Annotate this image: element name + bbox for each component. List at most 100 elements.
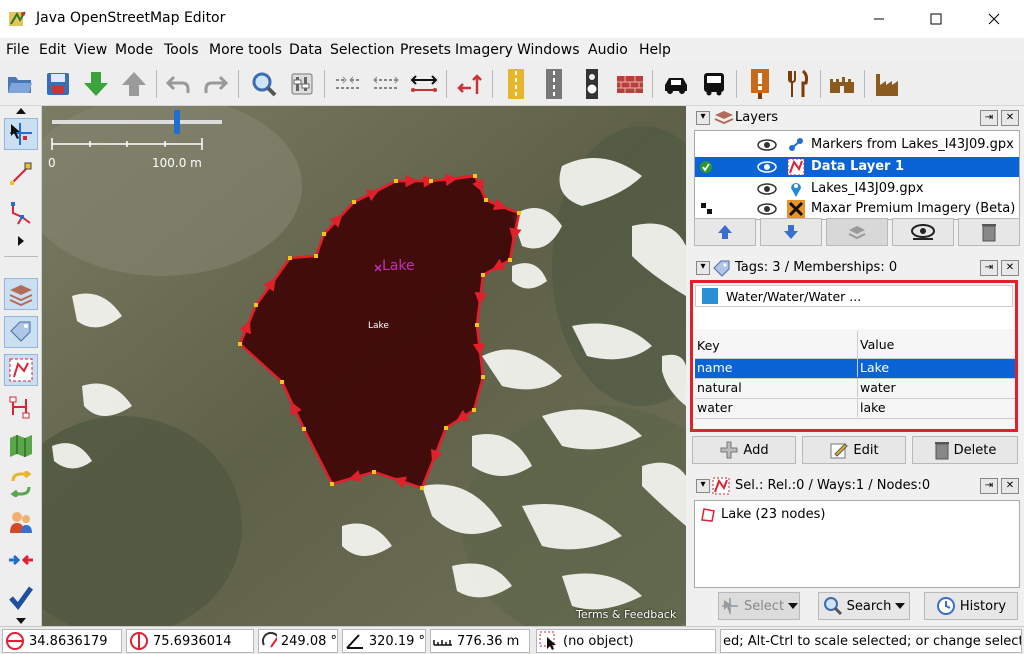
select-button[interactable]: Select <box>718 592 800 620</box>
preset-road-button[interactable] <box>538 68 570 100</box>
tag-key[interactable]: water <box>695 399 855 417</box>
preset-information-button[interactable] <box>744 68 776 100</box>
save-button[interactable] <box>42 68 74 100</box>
eye-icon[interactable] <box>757 138 777 152</box>
close-panel-button[interactable]: ✕ <box>1001 260 1019 276</box>
toggle-validation-button[interactable] <box>4 582 38 614</box>
collapse-button[interactable]: ▾ <box>696 111 710 125</box>
toggle-visibility-button[interactable] <box>892 218 954 246</box>
menu-more-tools[interactable]: More tools <box>209 42 282 58</box>
menu-edit[interactable]: Edit <box>39 42 66 58</box>
layer-row[interactable]: Markers from Lakes_I43J09.gpx <box>695 135 1019 155</box>
eye-icon[interactable] <box>757 182 777 196</box>
tag-row[interactable]: name Lake <box>695 359 1015 379</box>
draw-mode-button[interactable] <box>4 158 38 190</box>
move-node-button[interactable] <box>454 68 486 100</box>
imagery-toggle-icon <box>701 203 712 214</box>
redo-button[interactable] <box>200 68 232 100</box>
eye-icon[interactable] <box>757 202 777 216</box>
move-layer-down-button[interactable] <box>760 218 822 246</box>
maximize-button[interactable] <box>913 0 959 38</box>
collapse-button[interactable]: ▾ <box>696 261 710 275</box>
menu-selection[interactable]: Selection <box>330 42 395 58</box>
combine-way-button[interactable] <box>370 68 402 100</box>
menu-help[interactable]: Help <box>639 42 671 58</box>
menu-audio[interactable]: Audio <box>588 42 628 58</box>
selection-item[interactable]: Lake (23 nodes) <box>695 505 1019 525</box>
tag-key[interactable]: natural <box>695 379 855 397</box>
preferences-button[interactable] <box>286 68 318 100</box>
dock-button[interactable]: ⇥ <box>980 110 998 126</box>
menu-view[interactable]: View <box>74 42 107 58</box>
preset-car-button[interactable] <box>660 68 692 100</box>
minimize-button[interactable] <box>856 0 902 38</box>
move-layer-up-button[interactable] <box>694 218 756 246</box>
edit-tag-button[interactable]: Edit <box>802 436 906 464</box>
toggle-commands-button[interactable] <box>4 544 38 576</box>
preset-castle-button[interactable] <box>826 68 858 100</box>
menu-imagery[interactable]: Imagery <box>455 42 513 58</box>
close-panel-button[interactable]: ✕ <box>1001 110 1019 126</box>
value-header[interactable]: Value <box>857 331 894 359</box>
zoom-button[interactable] <box>248 68 280 100</box>
menu-tools[interactable]: Tools <box>164 42 199 58</box>
dock-button[interactable]: ⇥ <box>980 478 998 494</box>
tag-row[interactable]: water lake <box>695 399 1015 419</box>
attribution-link[interactable]: Terms & Feedback <box>576 608 676 621</box>
tag-value[interactable]: water <box>857 379 896 397</box>
visibility-eye-icon <box>911 224 935 240</box>
toggle-map-paint-button[interactable] <box>4 430 38 462</box>
menu-file[interactable]: File <box>6 42 29 58</box>
tag-value[interactable]: Lake <box>857 359 889 377</box>
toggle-authors-button[interactable] <box>4 506 38 538</box>
split-way-button[interactable] <box>332 68 364 100</box>
scroll-up-button[interactable] <box>4 106 38 116</box>
search-button[interactable]: Search <box>818 592 910 620</box>
preset-highway-button[interactable] <box>500 68 532 100</box>
layer-row[interactable]: Lakes_I43J09.gpx <box>695 179 1019 199</box>
tag-value[interactable]: lake <box>857 399 886 417</box>
toggle-conflicts-button[interactable] <box>4 468 38 500</box>
scroll-down-button[interactable] <box>4 616 38 626</box>
toggle-tags-button[interactable] <box>4 316 38 348</box>
preset-industry-button[interactable] <box>872 68 904 100</box>
toggle-selection-button[interactable] <box>4 354 38 386</box>
open-file-button[interactable] <box>4 68 36 100</box>
preset-bus-button[interactable] <box>698 68 730 100</box>
menu-data[interactable]: Data <box>289 42 322 58</box>
map-view[interactable]: 0 100.0 m Lake Lake Terms & Feedback <box>42 106 686 626</box>
delete-layer-button[interactable] <box>958 218 1020 246</box>
layer-row[interactable]: Maxar Premium Imagery (Beta) <box>695 199 1019 219</box>
undo-button[interactable] <box>162 68 194 100</box>
tag-row[interactable]: natural water <box>695 379 1015 399</box>
menu-mode[interactable]: Mode <box>115 42 153 58</box>
preset-link[interactable]: Water/Water/Water ... <box>695 285 1013 307</box>
delete-tag-button[interactable]: Delete <box>912 436 1018 464</box>
key-header[interactable]: Key <box>695 337 855 355</box>
heading-value: 249.08 ° <box>280 633 337 649</box>
layer-row-active[interactable]: Data Layer 1 <box>695 157 1019 177</box>
preset-traffic-button[interactable] <box>576 68 608 100</box>
close-button[interactable] <box>971 0 1017 38</box>
close-panel-button[interactable]: ✕ <box>1001 478 1019 494</box>
menu-presets[interactable]: Presets <box>400 42 451 58</box>
history-button[interactable]: History <box>924 592 1018 620</box>
expand-tools-button[interactable] <box>4 234 38 248</box>
toggle-relations-button[interactable] <box>4 392 38 424</box>
collapse-button[interactable]: ▾ <box>696 479 710 493</box>
upload-button[interactable] <box>118 68 150 100</box>
reverse-way-button[interactable] <box>408 68 440 100</box>
preset-wall-button[interactable] <box>614 68 646 100</box>
preset-food-button[interactable] <box>782 68 814 100</box>
improve-way-button[interactable] <box>4 198 38 230</box>
toggle-layers-button[interactable] <box>4 278 38 310</box>
tag-key[interactable]: name <box>695 359 855 377</box>
select-mode-button[interactable] <box>4 118 38 150</box>
menu-windows[interactable]: Windows <box>517 42 580 58</box>
eye-icon[interactable] <box>757 160 777 174</box>
lake-way[interactable] <box>42 106 686 626</box>
merge-layer-button[interactable] <box>826 218 888 246</box>
download-button[interactable] <box>80 68 112 100</box>
dock-button[interactable]: ⇥ <box>980 260 998 276</box>
add-tag-button[interactable]: Add <box>692 436 796 464</box>
